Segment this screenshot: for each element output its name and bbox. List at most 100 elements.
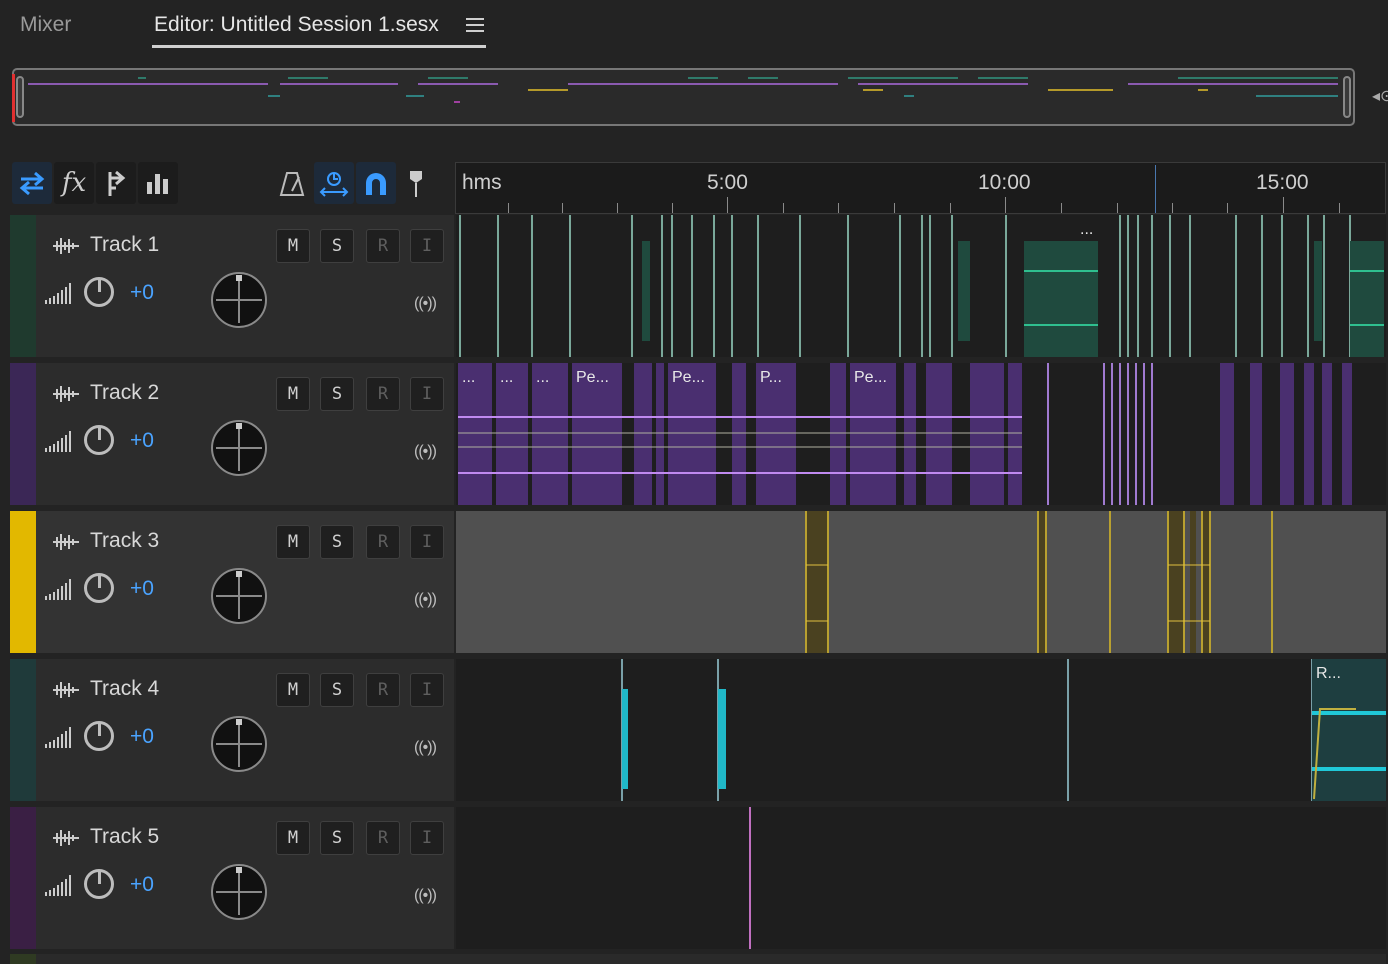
track-lane[interactable]: ... <box>456 215 1386 357</box>
volume-value[interactable]: +0 <box>130 429 154 453</box>
tab-editor[interactable]: Editor: Untitled Session 1.sesx <box>154 13 439 37</box>
track-2[interactable]: Track 2 +0 M S R I ((•)) ... ... ... Pe.… <box>10 363 1386 505</box>
panel-menu-icon[interactable] <box>466 18 484 36</box>
waveform-icon <box>53 534 79 550</box>
time-ruler[interactable]: hms 5:00 10:00 15:00 <box>455 162 1386 214</box>
clip[interactable]: P... <box>756 363 796 505</box>
volume-value[interactable]: +0 <box>130 577 154 601</box>
mute-button[interactable]: M <box>276 525 310 559</box>
solo-button[interactable]: S <box>320 673 354 707</box>
time-format-label[interactable]: hms <box>462 171 502 195</box>
track-4[interactable]: Track 4 +0 M S R I ((•)) R... <box>10 659 1386 801</box>
input-monitor-button[interactable]: I <box>410 229 444 263</box>
record-arm-button[interactable]: R <box>366 377 400 411</box>
output-monitor-icon[interactable]: ((•)) <box>414 887 437 905</box>
volume-knob[interactable] <box>84 277 114 307</box>
fx-icon[interactable]: fx <box>54 162 94 204</box>
track-lane[interactable]: ... ... ... Pe... Pe... P... Pe... <box>456 363 1386 505</box>
output-monitor-icon[interactable]: ((•)) <box>414 443 437 461</box>
solo-button[interactable]: S <box>320 377 354 411</box>
sends-icon[interactable] <box>96 162 136 204</box>
tab-mixer[interactable]: Mixer <box>20 13 71 37</box>
clip[interactable]: ... <box>458 363 492 505</box>
track-color-strip <box>10 511 36 653</box>
clip[interactable]: ... <box>532 363 568 505</box>
track-lane[interactable] <box>456 807 1386 949</box>
clip[interactable]: Pe... <box>668 363 716 505</box>
volume-knob[interactable] <box>84 425 114 455</box>
output-monitor-icon[interactable]: ((•)) <box>414 295 437 313</box>
volume-icon <box>45 579 71 600</box>
waveform-icon <box>53 682 79 698</box>
record-arm-button[interactable]: R <box>366 821 400 855</box>
metronome-icon[interactable] <box>272 162 312 204</box>
snap-icon[interactable] <box>356 162 396 204</box>
overview-right-handle[interactable] <box>1343 76 1351 118</box>
track-name[interactable]: Track 3 <box>90 529 159 553</box>
volume-value[interactable]: +0 <box>130 873 154 897</box>
track-name[interactable]: Track 5 <box>90 825 159 849</box>
record-arm-button[interactable]: R <box>366 525 400 559</box>
track-1[interactable]: Track 1 +0 M S R I ((•)) ... <box>10 215 1386 357</box>
waveform-icon <box>53 238 79 254</box>
clip[interactable]: ... <box>1076 215 1106 357</box>
pan-knob[interactable] <box>206 711 272 777</box>
track-header[interactable]: Track 4 +0 M S R I ((•)) <box>36 659 454 801</box>
mute-button[interactable]: M <box>276 377 310 411</box>
pan-knob[interactable] <box>206 267 272 333</box>
track-header[interactable]: Track 3 +0 M S R I ((•)) <box>36 511 454 653</box>
zoom-out-full-icon[interactable]: ◂⊙ <box>1372 86 1388 106</box>
volume-knob[interactable] <box>84 573 114 603</box>
marker-icon[interactable] <box>402 162 430 204</box>
input-monitor-button[interactable]: I <box>410 377 444 411</box>
track-6-partial <box>10 954 1386 964</box>
pan-knob[interactable] <box>206 563 272 629</box>
input-monitor-button[interactable]: I <box>410 525 444 559</box>
track-color-strip <box>10 363 36 505</box>
track-color-strip <box>10 215 36 357</box>
overview-clip-map <box>28 77 1338 103</box>
switch-icon[interactable] <box>12 162 52 204</box>
overview-left-handle[interactable] <box>16 76 24 118</box>
clip[interactable]: Pe... <box>850 363 896 505</box>
track-header[interactable]: Track 1 +0 M S R I ((•)) <box>36 215 454 357</box>
volume-knob[interactable] <box>84 721 114 751</box>
clip[interactable]: ... <box>496 363 528 505</box>
track-5[interactable]: Track 5 +0 M S R I ((•)) <box>10 807 1386 949</box>
time-select-icon[interactable] <box>314 162 354 204</box>
track-header[interactable]: Track 2 +0 M S R I ((•)) <box>36 363 454 505</box>
clip[interactable]: R... <box>1312 659 1372 801</box>
track-lane[interactable]: R... <box>456 659 1386 801</box>
volume-knob[interactable] <box>84 869 114 899</box>
active-tab-indicator <box>152 45 486 48</box>
volume-value[interactable]: +0 <box>130 725 154 749</box>
solo-button[interactable]: S <box>320 229 354 263</box>
output-monitor-icon[interactable]: ((•)) <box>414 739 437 757</box>
pan-knob[interactable] <box>206 415 272 481</box>
record-arm-button[interactable]: R <box>366 229 400 263</box>
track-3[interactable]: Track 3 +0 M S R I ((•)) <box>10 511 1386 653</box>
track-header[interactable]: Track 5 +0 M S R I ((•)) <box>36 807 454 949</box>
input-monitor-button[interactable]: I <box>410 673 444 707</box>
eq-icon[interactable] <box>138 162 178 204</box>
input-monitor-button[interactable]: I <box>410 821 444 855</box>
output-monitor-icon[interactable]: ((•)) <box>414 591 437 609</box>
clip-lines <box>459 215 1384 357</box>
track-name[interactable]: Track 2 <box>90 381 159 405</box>
track-name[interactable]: Track 4 <box>90 677 159 701</box>
track-controls-toolbar: fx <box>10 162 450 206</box>
mute-button[interactable]: M <box>276 229 310 263</box>
clip[interactable]: Pe... <box>572 363 622 505</box>
session-overview[interactable] <box>12 68 1355 126</box>
playhead-marker[interactable] <box>1155 165 1156 213</box>
solo-button[interactable]: S <box>320 821 354 855</box>
record-arm-button[interactable]: R <box>366 673 400 707</box>
solo-button[interactable]: S <box>320 525 354 559</box>
track-lane[interactable] <box>456 511 1386 653</box>
track-name[interactable]: Track 1 <box>90 233 159 257</box>
mute-button[interactable]: M <box>276 821 310 855</box>
pan-knob[interactable] <box>206 859 272 925</box>
mute-button[interactable]: M <box>276 673 310 707</box>
volume-value[interactable]: +0 <box>130 281 154 305</box>
clip-blocks <box>621 659 1386 801</box>
